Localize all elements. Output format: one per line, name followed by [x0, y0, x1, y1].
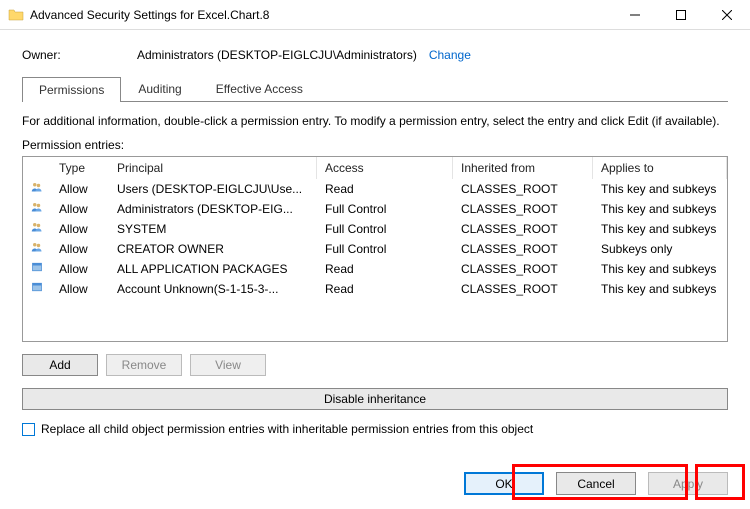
cell-applies: This key and subkeys [593, 220, 727, 238]
people-icon [31, 181, 43, 197]
owner-label: Owner: [22, 48, 137, 62]
folder-icon [8, 7, 24, 23]
cell-access: Full Control [317, 240, 453, 258]
cell-principal: Account Unknown(S-1-15-3-... [109, 280, 317, 298]
ok-button[interactable]: OK [464, 472, 544, 495]
tab-auditing[interactable]: Auditing [121, 76, 198, 101]
cell-type: Allow [51, 240, 109, 258]
cell-access: Read [317, 180, 453, 198]
add-button[interactable]: Add [22, 354, 98, 376]
people-icon [31, 221, 43, 237]
window-title: Advanced Security Settings for Excel.Cha… [30, 8, 612, 22]
entries-label: Permission entries: [22, 138, 728, 152]
view-button: View [190, 354, 266, 376]
cell-principal: Users (DESKTOP-EIGLCJU\Use... [109, 180, 317, 198]
cell-principal: SYSTEM [109, 220, 317, 238]
col-type[interactable]: Type [51, 157, 109, 179]
cell-inherited: CLASSES_ROOT [453, 240, 593, 258]
cell-type: Allow [51, 280, 109, 298]
cell-applies: Subkeys only [593, 240, 727, 258]
package-icon [31, 281, 43, 297]
cell-inherited: CLASSES_ROOT [453, 200, 593, 218]
remove-button: Remove [106, 354, 182, 376]
cell-inherited: CLASSES_ROOT [453, 180, 593, 198]
change-owner-link[interactable]: Change [429, 48, 471, 62]
cell-principal: ALL APPLICATION PACKAGES [109, 260, 317, 278]
cell-type: Allow [51, 200, 109, 218]
cell-type: Allow [51, 180, 109, 198]
cell-type: Allow [51, 260, 109, 278]
table-row[interactable]: AllowAccount Unknown(S-1-15-3-...ReadCLA… [23, 279, 727, 299]
col-principal[interactable]: Principal [109, 157, 317, 179]
col-access[interactable]: Access [317, 157, 453, 179]
cell-applies: This key and subkeys [593, 280, 727, 298]
cell-principal: CREATOR OWNER [109, 240, 317, 258]
tab-effective-access[interactable]: Effective Access [199, 76, 320, 101]
table-row[interactable]: AllowALL APPLICATION PACKAGESReadCLASSES… [23, 259, 727, 279]
cell-access: Full Control [317, 220, 453, 238]
table-row[interactable]: AllowCREATOR OWNERFull ControlCLASSES_RO… [23, 239, 727, 259]
replace-checkbox[interactable] [22, 423, 35, 436]
table-row[interactable]: AllowAdministrators (DESKTOP-EIG...Full … [23, 199, 727, 219]
tab-bar: Permissions Auditing Effective Access [22, 76, 728, 102]
package-icon [31, 261, 43, 277]
cell-applies: This key and subkeys [593, 260, 727, 278]
cell-access: Read [317, 260, 453, 278]
permission-grid[interactable]: Type Principal Access Inherited from App… [22, 156, 728, 342]
cell-type: Allow [51, 220, 109, 238]
cell-inherited: CLASSES_ROOT [453, 220, 593, 238]
cell-inherited: CLASSES_ROOT [453, 260, 593, 278]
cell-access: Read [317, 280, 453, 298]
help-text: For additional information, double-click… [22, 114, 728, 128]
apply-button[interactable]: Apply [648, 472, 728, 495]
replace-label: Replace all child object permission entr… [41, 422, 533, 436]
cell-access: Full Control [317, 200, 453, 218]
cell-applies: This key and subkeys [593, 200, 727, 218]
tab-permissions[interactable]: Permissions [22, 77, 121, 102]
cell-applies: This key and subkeys [593, 180, 727, 198]
table-row[interactable]: AllowUsers (DESKTOP-EIGLCJU\Use...ReadCL… [23, 179, 727, 199]
title-bar: Advanced Security Settings for Excel.Cha… [0, 0, 750, 30]
cell-inherited: CLASSES_ROOT [453, 280, 593, 298]
grid-header: Type Principal Access Inherited from App… [23, 157, 727, 179]
disable-inheritance-button[interactable]: Disable inheritance [22, 388, 728, 410]
close-button[interactable] [704, 0, 750, 29]
minimize-button[interactable] [612, 0, 658, 29]
col-inherited[interactable]: Inherited from [453, 157, 593, 179]
people-icon [31, 241, 43, 257]
owner-value: Administrators (DESKTOP-EIGLCJU\Administ… [137, 48, 417, 62]
maximize-button[interactable] [658, 0, 704, 29]
table-row[interactable]: AllowSYSTEMFull ControlCLASSES_ROOTThis … [23, 219, 727, 239]
col-applies[interactable]: Applies to [593, 157, 727, 179]
people-icon [31, 201, 43, 217]
cell-principal: Administrators (DESKTOP-EIG... [109, 200, 317, 218]
cancel-button[interactable]: Cancel [556, 472, 636, 495]
